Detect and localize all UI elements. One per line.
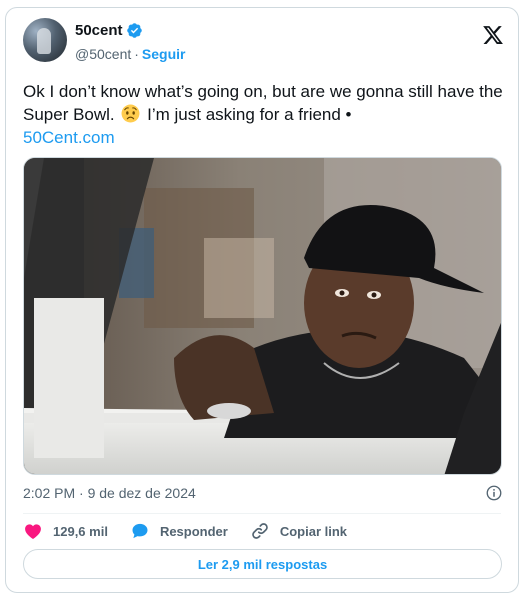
heart-icon: [25, 524, 41, 539]
speech-bubble-icon: [132, 523, 148, 539]
divider: [23, 513, 501, 514]
copy-link-label: Copiar link: [279, 523, 348, 539]
author-name[interactable]: 50cent: [75, 22, 123, 39]
separator: ·: [134, 46, 139, 62]
action-bar: 129,6 mil Responder Copiar link: [23, 521, 369, 541]
follow-button[interactable]: Seguir: [142, 46, 186, 62]
author-name-row[interactable]: 50cent: [75, 22, 143, 39]
likes-count: 129,6 mil: [53, 523, 108, 539]
tweet-text: Ok I don’t know what’s going on, but are…: [23, 80, 503, 149]
reply-label: Responder: [159, 523, 228, 539]
author-handle-row: @50cent · Seguir: [75, 46, 186, 62]
meme-photo: [24, 158, 501, 474]
like-button[interactable]: 129,6 mil: [23, 521, 108, 541]
info-icon[interactable]: [485, 484, 503, 502]
tweet-card: 50cent @50cent · Seguir Ok I don’t know …: [5, 7, 519, 593]
tweet-image[interactable]: [23, 157, 502, 475]
worried-face-emoji: [121, 104, 140, 123]
read-replies-label: Ler 2,9 mil respostas: [197, 556, 328, 572]
tweet-link[interactable]: 50Cent.com: [23, 126, 503, 149]
tweet-timestamp[interactable]: 2:02 PM · 9 de dez de 2024: [23, 485, 196, 501]
author-handle[interactable]: @50cent: [75, 46, 131, 62]
avatar[interactable]: [23, 18, 67, 62]
verified-badge-icon: [126, 23, 142, 38]
link-icon: [252, 523, 268, 539]
reply-button[interactable]: Responder: [130, 521, 228, 541]
tweet-text-part2: I’m just asking for a friend •: [147, 105, 352, 124]
x-logo-icon[interactable]: [482, 24, 504, 46]
read-replies-button[interactable]: Ler 2,9 mil respostas: [23, 549, 502, 579]
copy-link-button[interactable]: Copiar link: [250, 521, 347, 541]
